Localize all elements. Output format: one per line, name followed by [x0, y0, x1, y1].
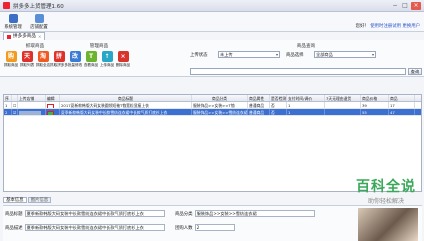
status-select[interactable]: 未上传 — [218, 51, 280, 58]
store-cell — [18, 109, 46, 115]
settings-icon — [8, 14, 18, 23]
desc-field[interactable]: 夏季新款韩版大码女装中长款雪纺连衣裙中长款气质打底衫上衣 — [24, 224, 165, 231]
tab-pdd-goods[interactable]: 拼多多商品 × — [3, 32, 46, 40]
switch-user-link[interactable]: 更换用户 — [402, 24, 420, 29]
blurred-store — [19, 111, 41, 115]
user-info: 您好！ 使用时注册试用 更换用户 — [355, 24, 420, 29]
col-store: 上传店铺 — [18, 95, 46, 101]
maximize-button[interactable]: □ — [400, 2, 410, 10]
col-price: 商品价格 — [361, 95, 389, 101]
menu-store[interactable]: 店铺配置 — [29, 14, 49, 30]
store-icon — [34, 14, 44, 23]
window-title: 拼多多上货管理1.60 — [13, 3, 64, 10]
taobao-icon: 淘 — [37, 51, 49, 62]
status-label: 上传状态 — [190, 52, 208, 58]
product-photo — [358, 208, 418, 241]
app-icon — [3, 2, 10, 9]
table-row[interactable]: 1 ☐ 2017夏新款韩版大码女装圆领短袖T恤宽松显瘦上衣 服装饰品>>女装>>… — [4, 102, 421, 109]
edit-cell[interactable] — [46, 102, 60, 108]
category-field[interactable]: 服装饰品>>女装>>雪纺连衣裙 — [194, 210, 315, 217]
tab-strip: 拼多多商品 × — [0, 32, 424, 40]
pdd-icon: 拼 — [53, 51, 65, 62]
manage-tool-2[interactable]: ↑ 上传商品 — [100, 51, 114, 68]
menu-system[interactable]: 系统管理 — [3, 14, 23, 30]
col-attr: 商品属性 — [248, 95, 270, 101]
table-header: 序 上传店铺 编辑 商品标题 商品分类 商品属性 是否检测 支付时间/调价 7天… — [4, 95, 421, 102]
fetch-tool-0[interactable]: 购抓取商品 — [4, 51, 18, 68]
col-title: 商品标题 — [60, 95, 192, 101]
tmall-icon: 天 — [21, 51, 33, 62]
register-link[interactable]: 使用时注册试用 — [370, 24, 401, 29]
col-stock: 商品 — [389, 95, 415, 101]
fetch-tool-2[interactable]: 淘抓取全店 — [36, 51, 50, 68]
fetch-tool-1[interactable]: 天抓取列表 — [20, 51, 34, 68]
col-edit: 编辑 — [46, 95, 60, 101]
manage-tool-0[interactable]: 改批量修改 — [68, 51, 82, 68]
edit-icon[interactable] — [47, 110, 54, 115]
query-button[interactable]: 查询 — [408, 68, 422, 75]
search-input[interactable] — [190, 68, 406, 75]
edit-icon: 改 — [69, 51, 81, 62]
detail-tabs: 基本信息 图片信息 — [3, 197, 52, 203]
title-field[interactable]: 夏季新款韩版大码女装中长款雪纺连衣裙中长款气质打底衫上衣 — [24, 210, 165, 217]
choose-label: 商品选择 — [286, 52, 304, 58]
tab-image-info[interactable]: 图片信息 — [27, 197, 52, 203]
col-pay: 支付时间/调价 — [287, 95, 325, 101]
store-cell — [18, 102, 46, 108]
manage-tool-1[interactable]: T 查看商品 — [84, 51, 98, 68]
table-row-selected[interactable]: 2 ☑ 夏季新款韩版大码女装中长款雪纺连衣裙中长款气质打底衫上衣 服装饰品>>女… — [4, 109, 421, 116]
col-detect: 是否检测 — [271, 95, 287, 101]
search-row: 查询 — [190, 68, 422, 75]
query-panel: 商品查询 上传状态 未上传 商品选择 全部商品 — [190, 43, 422, 61]
manage-group: 管理商品 改批量修改 T 查看商品 ↑ 上传商品 × 删除商品 — [67, 44, 131, 68]
minimize-button[interactable]: − — [390, 2, 400, 10]
edit-icon[interactable] — [47, 103, 54, 108]
fetch-tool-3[interactable]: 拼抓取拼多多 — [50, 51, 68, 68]
upload-icon: ↑ — [101, 51, 113, 62]
edit-cell[interactable] — [46, 109, 60, 115]
col-no: 序 — [4, 95, 12, 101]
menu-bar: 系统管理 店铺配置 您好！ 使用时注册试用 更换用户 — [0, 12, 424, 32]
close-button[interactable]: × — [411, 1, 421, 10]
col-return: 7天无理由退货 — [325, 95, 361, 101]
col-category: 商品分类 — [192, 95, 248, 101]
watermark: 百科全说 助你轻松解决 — [356, 179, 416, 205]
group-size-field[interactable]: 2 — [194, 224, 235, 231]
choose-select[interactable]: 全部商品 — [314, 51, 376, 58]
pdd-tab-icon — [7, 34, 11, 39]
title-bar: 拼多多上货管理1.60 − □ × — [0, 0, 424, 12]
cart-icon: 购 — [5, 51, 17, 62]
delete-icon: × — [117, 51, 129, 62]
fetch-group: 抓取商品 购抓取商品天抓取列表淘抓取全店拼抓取拼多多 — [3, 44, 68, 68]
toolbar: 抓取商品 购抓取商品天抓取列表淘抓取全店拼抓取拼多多 管理商品 改批量修改 T 查看… — [0, 40, 424, 77]
tab-basic-info[interactable]: 基本信息 — [3, 197, 27, 203]
view-icon: T — [85, 51, 97, 62]
manage-tool-3[interactable]: × 删除商品 — [116, 51, 130, 68]
